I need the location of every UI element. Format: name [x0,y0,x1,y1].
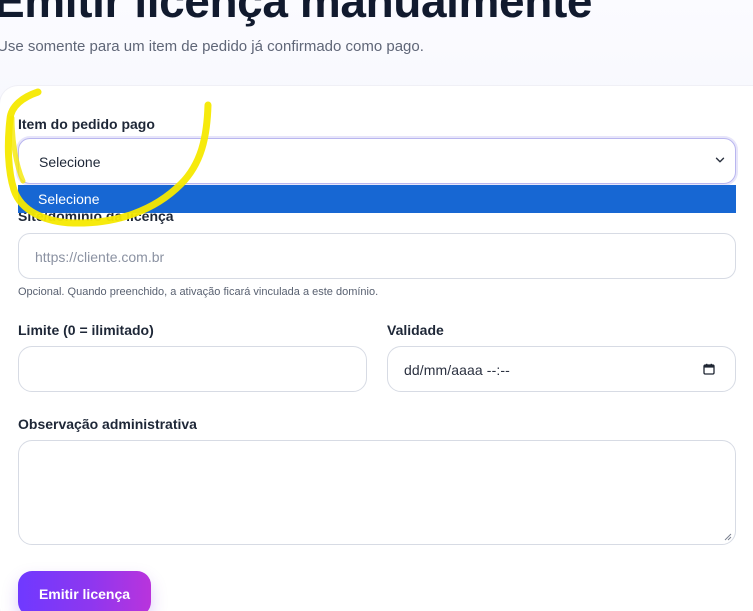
admin-note-label: Observação administrativa [18,416,197,432]
chevron-down-icon [715,157,725,163]
issue-license-button[interactable]: Emitir licença [18,571,151,611]
resize-handle-icon[interactable] [724,533,732,541]
site-domain-input[interactable]: https://cliente.com.br [18,233,736,279]
order-item-label: Item do pedido pago [18,116,155,132]
page-subtitle: Use somente para um item de pedido já co… [0,38,424,55]
validity-display: dd/mm/aaaa --:-- [404,362,510,378]
validity-label: Validade [387,322,444,338]
page-title: Emitir licença manualmente [0,0,593,27]
calendar-icon[interactable] [703,363,715,375]
order-item-selected-value: Selecione [39,154,101,170]
limit-input[interactable] [18,346,367,392]
site-domain-help: Opcional. Quando preenchido, a ativação … [18,286,379,298]
admin-note-textarea[interactable] [18,440,736,545]
limit-label: Limite (0 = ilimitado) [18,322,154,338]
dropdown-option-selecione[interactable]: Selecione [18,185,736,213]
validity-input[interactable]: dd/mm/aaaa --:-- [387,346,736,392]
order-item-select[interactable]: Selecione [18,138,736,184]
site-domain-placeholder: https://cliente.com.br [35,249,165,265]
